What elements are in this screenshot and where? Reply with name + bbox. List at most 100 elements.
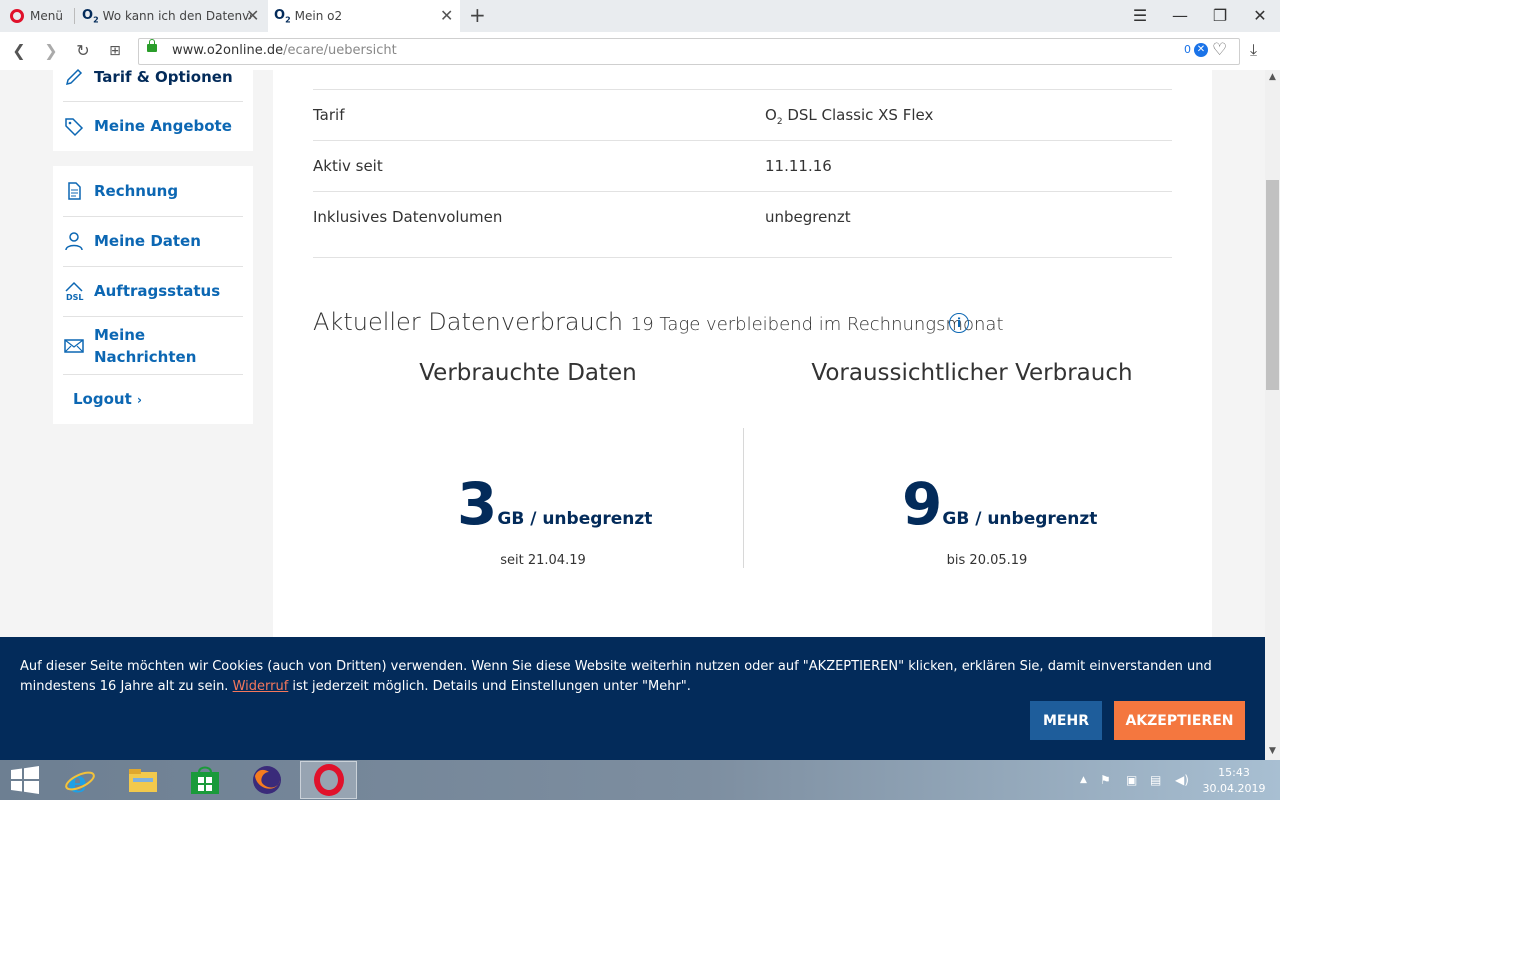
detail-divider (313, 140, 1172, 141)
close-window-icon[interactable]: ✕ (1248, 4, 1272, 28)
logout-link[interactable]: Logout › (73, 390, 142, 408)
tray-expand-icon[interactable]: ▲ (1080, 775, 1087, 785)
detail-value-tarif: O2 DSL Classic XS Flex (765, 106, 933, 127)
used-unit: GB / unbegrenzt (497, 509, 653, 529)
clock-date: 30.04.2019 (1202, 782, 1266, 795)
sidebar-item-label: Rechnung (94, 182, 179, 200)
sidebar-item-meine-nachrichten[interactable]: Meine Nachrichten (63, 324, 243, 368)
sidebar-item-rechnung[interactable]: Rechnung (63, 180, 243, 202)
envelope-icon (64, 339, 84, 353)
tray-flag-icon[interactable]: ⚑ (1100, 773, 1111, 787)
tarif-name: DSL Classic XS Flex (782, 106, 934, 124)
bookmark-heart-icon[interactable]: ♡ (1212, 40, 1227, 60)
forward-icon[interactable]: ❯ (40, 40, 62, 62)
sidebar-item-meine-angebote[interactable]: Meine Angebote (63, 115, 243, 137)
tab-close-icon[interactable]: ✕ (246, 6, 259, 25)
forecast-until-text: bis 20.05.19 (946, 553, 1028, 568)
menu-label: Menü (30, 9, 63, 23)
clock-time: 15:43 (1218, 766, 1250, 779)
restore-icon[interactable]: ❐ (1208, 4, 1232, 28)
sidebar-item-label: Tarif & Optionen (94, 68, 233, 86)
page-scrollbar[interactable] (1265, 70, 1280, 760)
sidebar-item-label: Meine Angebote (94, 117, 232, 135)
detail-divider (313, 191, 1172, 192)
used-data-value: 3GB / unbegrenzt (457, 475, 652, 533)
scrollbar-thumb[interactable] (1266, 180, 1279, 390)
sidebar-item-label: Auftragsstatus (94, 282, 221, 300)
tab-separator (74, 8, 75, 24)
detail-value-datenvolumen: unbegrenzt (765, 208, 851, 226)
cookie-more-button[interactable]: MEHR (1030, 701, 1102, 740)
internet-explorer-icon[interactable]: e (64, 764, 96, 796)
sidebar-divider (63, 101, 243, 102)
new-tab-plus-icon[interactable]: + (469, 3, 486, 27)
url-host: www.o2online.de (172, 43, 284, 58)
widerruf-link[interactable]: Widerruf (233, 679, 289, 694)
sidebar-item-label: Meine Daten (94, 232, 201, 250)
speed-dial-icon[interactable]: ⊞ (104, 40, 126, 62)
forecast-amount: 9 (902, 470, 943, 538)
detail-divider (313, 89, 1172, 90)
tarif-brand: O (765, 106, 777, 124)
svg-text:DSL: DSL (66, 293, 84, 302)
cookie-accept-button[interactable]: AKZEPTIEREN (1114, 701, 1245, 740)
cookie-banner (0, 637, 1265, 760)
sidebar-item-auftragsstatus[interactable]: DSL Auftragsstatus (63, 280, 243, 302)
column-divider (743, 428, 744, 568)
used-since-text: seit 21.04.19 (500, 553, 586, 568)
tab-wo-kann-ich[interactable]: O2 Wo kann ich den Datenver (78, 0, 270, 32)
usage-heading: Aktueller Datenverbrauch 19 Tage verblei… (313, 308, 1004, 336)
windows-store-icon[interactable] (189, 764, 221, 796)
opera-logo-icon (10, 9, 24, 23)
taskbar-clock[interactable]: 15:43 30.04.2019 (1200, 765, 1268, 797)
tab-title: Mein o2 (294, 9, 343, 23)
chevron-right-icon: › (137, 393, 142, 407)
tray-volume-icon[interactable]: ◀) (1175, 773, 1189, 787)
minimize-icon[interactable]: — (1168, 4, 1192, 28)
sidebar-divider (63, 216, 243, 217)
scroll-up-icon[interactable]: ▲ (1265, 72, 1280, 86)
dsl-house-icon: DSL (65, 281, 84, 302)
file-explorer-icon[interactable] (127, 764, 159, 796)
usage-subtitle: 19 Tage verbleibend im Rechnungsmonat (630, 314, 1004, 335)
opera-menu-button[interactable]: Menü (10, 0, 72, 32)
tab-title: Wo kann ich den Datenver (102, 9, 251, 23)
detail-label-aktiv-seit: Aktiv seit (313, 157, 383, 175)
back-icon[interactable]: ❮ (8, 40, 30, 62)
used-data-heading: Verbrauchte Daten (419, 360, 637, 386)
forecast-unit: GB / unbegrenzt (942, 509, 1098, 529)
tray-device-icon[interactable]: ▣ (1126, 773, 1137, 787)
detail-label-tarif: Tarif (313, 106, 345, 124)
url-text[interactable]: www.o2online.de/ecare/uebersicht (172, 43, 397, 58)
forecast-data-value: 9GB / unbegrenzt (902, 475, 1097, 533)
info-icon[interactable]: i (949, 313, 969, 333)
sidebar-item-tarif-optionen[interactable]: Tarif & Optionen (63, 66, 243, 88)
tag-icon (65, 118, 84, 137)
used-amount: 3 (457, 470, 498, 538)
sidebar-divider (63, 266, 243, 267)
usage-title: Aktueller Datenverbrauch (313, 308, 624, 336)
windows-start-icon[interactable] (10, 766, 40, 794)
sidebar-divider (63, 316, 243, 317)
o2-favicon-icon: O2 (82, 7, 99, 25)
tab-mein-o2[interactable]: O2 Mein o2 (268, 0, 460, 32)
tab-menu-icon[interactable]: ☰ (1128, 4, 1152, 28)
scroll-down-icon[interactable]: ▼ (1265, 746, 1280, 760)
firefox-icon[interactable] (251, 764, 283, 796)
document-icon (68, 182, 81, 200)
adblock-shield-icon[interactable]: ✕ (1194, 43, 1208, 57)
reload-icon[interactable]: ↻ (72, 40, 94, 62)
sidebar-item-meine-daten[interactable]: Meine Daten (63, 230, 243, 252)
detail-label-datenvolumen: Inklusives Datenvolumen (313, 208, 503, 226)
user-icon (65, 232, 83, 251)
tab-close-icon[interactable]: ✕ (440, 6, 453, 25)
download-icon[interactable]: ⤓ (1250, 40, 1257, 60)
logout-label: Logout (73, 390, 132, 408)
url-path: /ecare/uebersicht (283, 43, 397, 58)
detail-divider (313, 257, 1172, 258)
sidebar-divider (63, 374, 243, 375)
tray-network-icon[interactable]: ▤ (1150, 773, 1161, 787)
sidebar-item-label: Meine Nachrichten (94, 326, 197, 366)
o2-favicon-icon: O2 (274, 7, 291, 25)
pencil-icon (65, 68, 83, 86)
